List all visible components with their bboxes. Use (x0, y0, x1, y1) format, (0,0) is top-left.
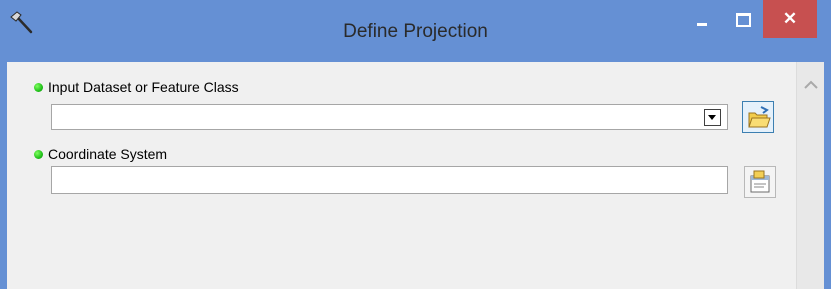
coordinate-system-properties-button[interactable] (744, 166, 776, 198)
maximize-button[interactable] (723, 6, 761, 36)
coordinate-system-field[interactable] (51, 166, 728, 194)
tool-hammer-icon (10, 11, 33, 34)
input-dataset-dropdown-button[interactable] (704, 109, 721, 126)
close-button[interactable]: ✕ (763, 0, 817, 38)
help-panel-scrollbar[interactable] (796, 62, 824, 289)
minimize-button[interactable] (683, 6, 721, 36)
maximize-icon (736, 13, 751, 27)
required-indicator-icon (34, 150, 43, 159)
chevron-up-icon[interactable] (803, 78, 819, 92)
open-folder-icon (748, 106, 771, 128)
title-bar[interactable]: Define Projection ✕ (0, 0, 831, 62)
input-dataset-label: Input Dataset or Feature Class (48, 79, 239, 95)
chevron-down-icon (708, 115, 716, 120)
tool-dialog-body: Input Dataset or Feature Class Coordinat… (7, 62, 824, 289)
define-projection-window: Define Projection ✕ Input Dataset or Fea… (0, 0, 831, 289)
input-dataset-field[interactable] (51, 104, 728, 130)
spatial-reference-properties-icon (750, 170, 770, 193)
browse-input-dataset-button[interactable] (742, 101, 774, 133)
close-icon: ✕ (782, 9, 798, 28)
coordinate-system-label: Coordinate System (48, 146, 168, 162)
required-indicator-icon (34, 83, 43, 92)
minimize-icon (697, 23, 707, 26)
